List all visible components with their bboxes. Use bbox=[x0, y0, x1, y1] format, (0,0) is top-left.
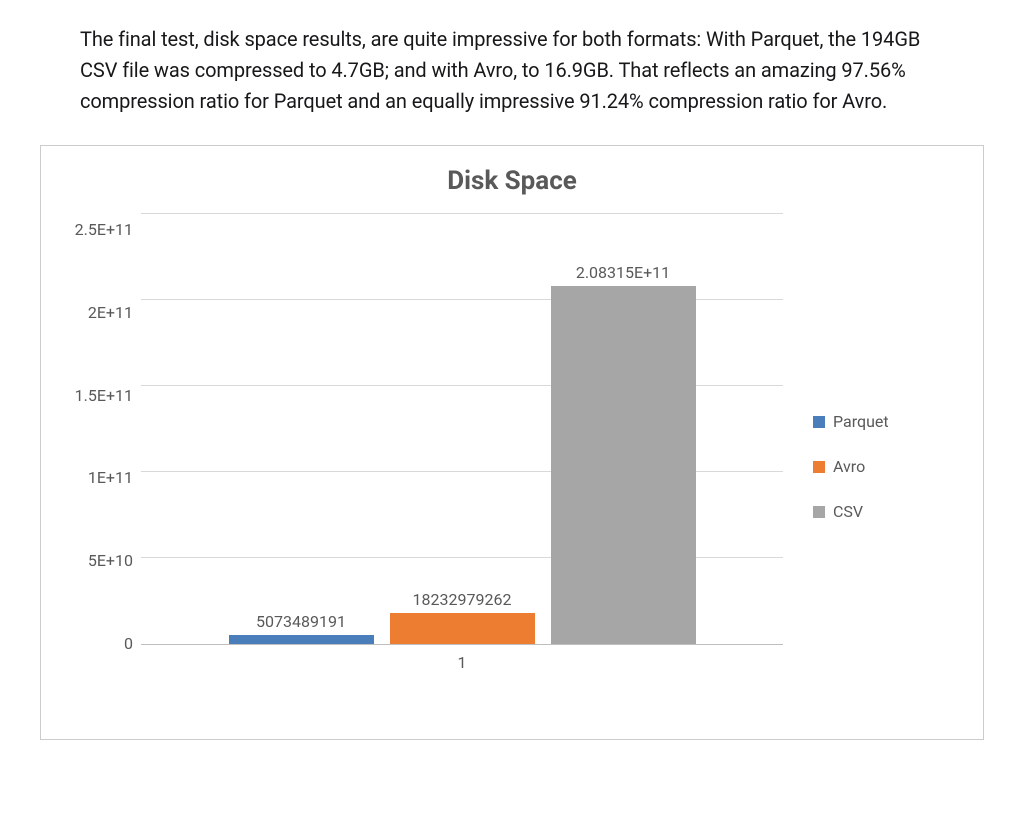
legend-label: CSV bbox=[833, 502, 863, 521]
y-tick: 5E+10 bbox=[88, 553, 133, 569]
legend-label: Parquet bbox=[833, 412, 889, 431]
legend-item-parquet: Parquet bbox=[813, 412, 889, 431]
intro-paragraph: The final test, disk space results, are … bbox=[80, 24, 944, 117]
chart-body: 2.5E+11 2E+11 1.5E+11 1E+11 5E+10 0 bbox=[51, 214, 973, 719]
legend-swatch-icon bbox=[813, 416, 825, 428]
bar-label-parquet: 5073489191 bbox=[256, 612, 346, 631]
legend-swatch-icon bbox=[813, 506, 825, 518]
bar-parquet: 5073489191 bbox=[229, 612, 374, 644]
bar-label-csv: 2.08315E+11 bbox=[576, 263, 670, 282]
bars-container: 5073489191 18232979262 2.08315E+11 bbox=[141, 214, 783, 644]
plot-area: 5073489191 18232979262 2.08315E+11 bbox=[141, 214, 783, 645]
bar-rect-csv bbox=[551, 286, 696, 644]
plot-wrap: 2.5E+11 2E+11 1.5E+11 1E+11 5E+10 0 bbox=[51, 214, 783, 719]
x-axis-tick: 1 bbox=[141, 645, 783, 672]
chart-title: Disk Space bbox=[51, 166, 973, 196]
bar-csv: 2.08315E+11 bbox=[551, 263, 696, 644]
y-tick: 0 bbox=[124, 636, 133, 652]
chart-frame: Disk Space 2.5E+11 2E+11 1.5E+11 1E+11 5… bbox=[40, 145, 984, 740]
y-tick: 2E+11 bbox=[88, 305, 133, 321]
y-axis: 2.5E+11 2E+11 1.5E+11 1E+11 5E+10 0 bbox=[51, 214, 141, 644]
page: The final test, disk space results, are … bbox=[0, 0, 1024, 823]
legend-label: Avro bbox=[833, 457, 865, 476]
y-tick: 2.5E+11 bbox=[75, 222, 133, 238]
bar-rect-parquet bbox=[229, 635, 374, 644]
y-tick: 1.5E+11 bbox=[75, 388, 133, 404]
plot-grid-area: 5073489191 18232979262 2.08315E+11 bbox=[141, 214, 783, 719]
legend-item-avro: Avro bbox=[813, 457, 865, 476]
y-tick: 1E+11 bbox=[88, 470, 133, 486]
bar-avro: 18232979262 bbox=[390, 590, 535, 644]
bar-rect-avro bbox=[390, 613, 535, 644]
legend: Parquet Avro CSV bbox=[783, 214, 973, 719]
bar-label-avro: 18232979262 bbox=[413, 590, 512, 609]
legend-item-csv: CSV bbox=[813, 502, 863, 521]
legend-swatch-icon bbox=[813, 461, 825, 473]
